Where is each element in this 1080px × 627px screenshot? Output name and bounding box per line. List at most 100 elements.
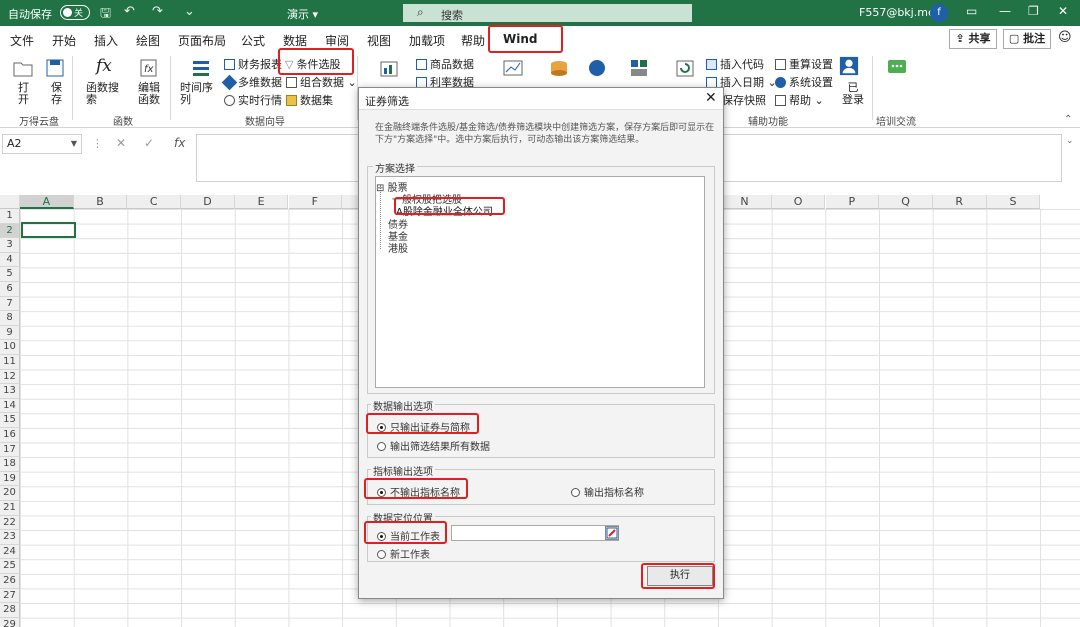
row-header[interactable]: 11 bbox=[0, 355, 20, 370]
tab-page-layout[interactable]: 页面布局 bbox=[178, 32, 226, 49]
minimize-icon[interactable]: — bbox=[999, 4, 1011, 18]
macro-data-icon[interactable] bbox=[378, 58, 400, 78]
radio-all-data[interactable]: 输出筛选结果所有数据 bbox=[377, 438, 490, 453]
financial-report-button[interactable]: 财务报表 bbox=[224, 56, 282, 72]
edit-function-icon[interactable]: fx bbox=[138, 58, 160, 78]
system-settings-button[interactable]: 系统设置 bbox=[775, 74, 833, 90]
ribbon-display-icon[interactable]: ▭ bbox=[966, 4, 977, 18]
function-search-button[interactable]: 函数搜 索 bbox=[86, 82, 119, 106]
tab-file[interactable]: 文件 bbox=[10, 32, 34, 49]
close-icon[interactable]: ✕ bbox=[1058, 4, 1068, 18]
column-header[interactable]: B bbox=[73, 195, 128, 209]
row-header[interactable]: 7 bbox=[0, 296, 20, 312]
forecast-icon[interactable] bbox=[502, 58, 524, 78]
row-header[interactable]: 23 bbox=[0, 530, 20, 545]
row-header[interactable]: 27 bbox=[0, 588, 20, 604]
multi-dim-button[interactable]: 多维数据 bbox=[221, 74, 282, 91]
function-icon[interactable]: fx bbox=[96, 56, 112, 76]
search-box[interactable]: ⌕ 搜索 bbox=[403, 4, 692, 22]
row-header[interactable]: 1 bbox=[0, 209, 20, 224]
row-header[interactable]: 25 bbox=[0, 559, 20, 574]
restore-icon[interactable]: ❐ bbox=[1028, 4, 1039, 18]
feedback-icon[interactable]: ☺ bbox=[1058, 30, 1072, 45]
avatar[interactable]: f bbox=[930, 4, 948, 22]
tab-insert[interactable]: 插入 bbox=[94, 32, 118, 49]
commodity-data-button[interactable]: 商品数据 bbox=[416, 56, 474, 72]
row-header[interactable]: 2 bbox=[0, 223, 20, 239]
tree-node-hk[interactable]: 港股 bbox=[388, 240, 408, 255]
row-header[interactable]: 18 bbox=[0, 457, 20, 472]
row-header[interactable]: 15 bbox=[0, 413, 20, 428]
confirm-icon[interactable]: ✓ bbox=[144, 136, 154, 150]
row-header[interactable]: 16 bbox=[0, 428, 20, 443]
open-button[interactable]: 打 开 bbox=[18, 82, 29, 106]
comments-button[interactable]: ▢ 批注 bbox=[1003, 29, 1051, 49]
tab-draw[interactable]: 绘图 bbox=[136, 32, 160, 49]
row-header[interactable]: 6 bbox=[0, 282, 20, 297]
active-cell[interactable] bbox=[21, 222, 76, 238]
row-header[interactable]: 4 bbox=[0, 252, 20, 268]
row-header[interactable]: 26 bbox=[0, 574, 20, 589]
enterprise-icon[interactable] bbox=[586, 58, 608, 78]
column-header[interactable]: C bbox=[127, 195, 182, 209]
row-header[interactable]: 5 bbox=[0, 267, 20, 282]
redo-icon[interactable]: ↷ bbox=[152, 4, 163, 19]
column-header[interactable]: R bbox=[932, 195, 987, 209]
save-icon[interactable]: 🖫 bbox=[100, 4, 111, 26]
login-status[interactable]: 已 登录 bbox=[842, 82, 864, 106]
insert-function-icon[interactable]: fx bbox=[174, 136, 185, 150]
column-header[interactable]: F bbox=[288, 195, 343, 209]
tab-formulas[interactable]: 公式 bbox=[241, 32, 265, 49]
row-header[interactable]: 21 bbox=[0, 501, 20, 516]
row-header[interactable]: 29 bbox=[0, 617, 20, 627]
column-header[interactable]: O bbox=[771, 195, 826, 209]
expand-formula-icon[interactable]: ⌄ bbox=[1066, 136, 1074, 146]
save-button[interactable]: 保 存 bbox=[51, 82, 62, 106]
row-header[interactable]: 14 bbox=[0, 398, 20, 414]
column-header[interactable]: E bbox=[234, 195, 289, 209]
time-series-icon[interactable] bbox=[190, 58, 212, 78]
realtime-quote-button[interactable]: 实时行情 bbox=[224, 92, 282, 108]
cancel-icon[interactable]: ✕ bbox=[116, 136, 126, 150]
portfolio-data-button[interactable]: 组合数据 ⌄ bbox=[286, 74, 357, 90]
share-button[interactable]: ⇪ 共享 bbox=[949, 29, 997, 49]
row-header[interactable]: 20 bbox=[0, 486, 20, 501]
row-header[interactable]: 12 bbox=[0, 369, 20, 385]
tab-data[interactable]: 数据 bbox=[283, 32, 307, 49]
radio-indicator[interactable]: 输出指标名称 bbox=[571, 484, 644, 499]
column-header[interactable]: A bbox=[20, 195, 74, 209]
row-header[interactable]: 10 bbox=[0, 340, 20, 355]
tab-home[interactable]: 开始 bbox=[52, 32, 76, 49]
account-name[interactable]: F557@bkj.me bbox=[859, 6, 935, 19]
row-header[interactable]: 28 bbox=[0, 603, 20, 618]
user-login-icon[interactable] bbox=[838, 56, 860, 76]
tab-view[interactable]: 视图 bbox=[367, 32, 391, 49]
position-input[interactable] bbox=[451, 525, 619, 541]
undo-icon[interactable]: ↶ bbox=[124, 4, 135, 19]
autosave-toggle[interactable]: 关 bbox=[60, 5, 90, 20]
row-header[interactable]: 3 bbox=[0, 238, 20, 253]
range-picker-button[interactable] bbox=[605, 526, 619, 540]
column-header[interactable]: S bbox=[986, 195, 1041, 209]
chat-icon[interactable] bbox=[886, 58, 908, 78]
row-header[interactable]: 17 bbox=[0, 442, 20, 458]
row-header[interactable]: 24 bbox=[0, 544, 20, 560]
row-header[interactable]: 19 bbox=[0, 471, 20, 487]
dialog-close-icon[interactable]: ✕ bbox=[705, 90, 717, 106]
edit-function-button[interactable]: 编辑 函数 bbox=[138, 82, 160, 106]
radio-new-sheet[interactable]: 新工作表 bbox=[377, 546, 430, 561]
insert-code-button[interactable]: 插入代码 bbox=[706, 56, 764, 72]
row-header[interactable]: 8 bbox=[0, 311, 20, 326]
select-all-corner[interactable] bbox=[0, 195, 20, 209]
column-header[interactable]: D bbox=[181, 195, 235, 209]
save-snapshot-button[interactable]: 保存快照 bbox=[722, 92, 766, 108]
refresh-icon[interactable] bbox=[674, 58, 696, 78]
time-series-button[interactable]: 时间序 列 bbox=[180, 82, 213, 106]
save-disk-icon[interactable] bbox=[44, 58, 66, 78]
row-header[interactable]: 13 bbox=[0, 384, 20, 399]
column-header[interactable]: P bbox=[825, 195, 880, 209]
template-icon[interactable] bbox=[628, 58, 650, 78]
document-name[interactable]: 演示 ▾ bbox=[287, 6, 318, 22]
recalc-settings-button[interactable]: 重算设置 bbox=[775, 56, 833, 72]
asset-mgmt-icon[interactable] bbox=[548, 58, 570, 78]
